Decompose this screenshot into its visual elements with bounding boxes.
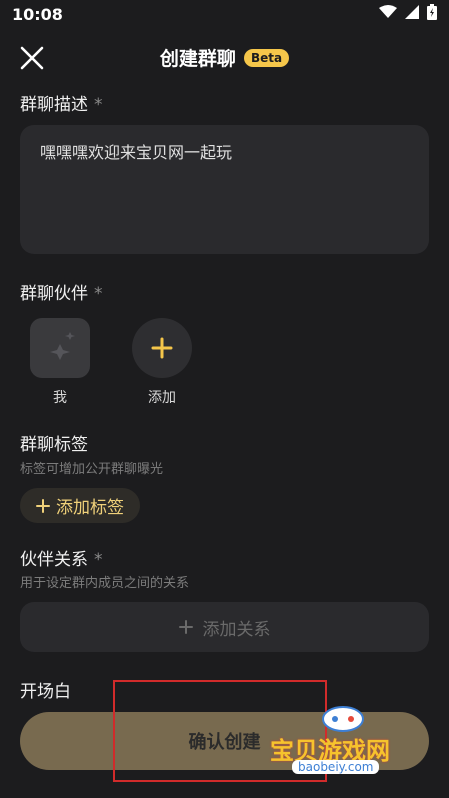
description-label-row: 群聊描述 *	[20, 90, 103, 115]
add-partner-button[interactable]	[132, 318, 192, 378]
add-relation-label: 添加关系	[202, 619, 271, 640]
add-partner-label: 添加	[148, 390, 176, 406]
status-icons	[379, 4, 437, 20]
required-mark: *	[94, 284, 103, 304]
plus-icon	[36, 498, 50, 513]
page-title-wrap: 创建群聊 Beta	[0, 44, 449, 71]
required-mark: *	[94, 550, 103, 570]
beta-badge: Beta	[243, 48, 290, 67]
relations-label: 伙伴关系	[20, 550, 88, 570]
opening-label: 开场白	[20, 682, 71, 702]
tags-hint: 标签可增加公开群聊曝光	[20, 462, 164, 477]
partners-label: 群聊伙伴	[20, 284, 88, 304]
status-time: 10:08	[12, 5, 63, 24]
avatar[interactable]	[30, 318, 90, 378]
description-label: 群聊描述	[20, 95, 88, 115]
watermark-url: baobeiy.com	[292, 760, 380, 774]
self-label: 我	[53, 390, 67, 406]
watermark: 宝贝游戏网 baobeiy.com	[270, 703, 422, 781]
plus-icon	[151, 337, 173, 359]
wifi-icon	[379, 5, 397, 18]
header: 创建群聊 Beta	[0, 40, 449, 74]
description-input[interactable]: 嘿嘿嘿欢迎来宝贝网一起玩	[20, 125, 429, 254]
add-tag-button[interactable]: 添加标签	[20, 488, 140, 523]
tags-label: 群聊标签	[20, 435, 88, 455]
add-tag-label: 添加标签	[56, 498, 124, 518]
plus-icon	[178, 620, 193, 634]
relations-label-row: 伙伴关系 *	[20, 545, 103, 570]
sparkle-icon	[50, 332, 75, 360]
page-title: 创建群聊	[159, 48, 236, 70]
required-mark: *	[94, 95, 103, 115]
battery-icon	[427, 4, 437, 20]
relations-hint: 用于设定群内成员之间的关系	[20, 576, 190, 591]
partners-label-row: 群聊伙伴 *	[20, 279, 103, 304]
gamepad-icon	[322, 706, 364, 732]
add-relation-button[interactable]: 添加关系	[20, 602, 429, 652]
signal-icon	[405, 5, 419, 19]
